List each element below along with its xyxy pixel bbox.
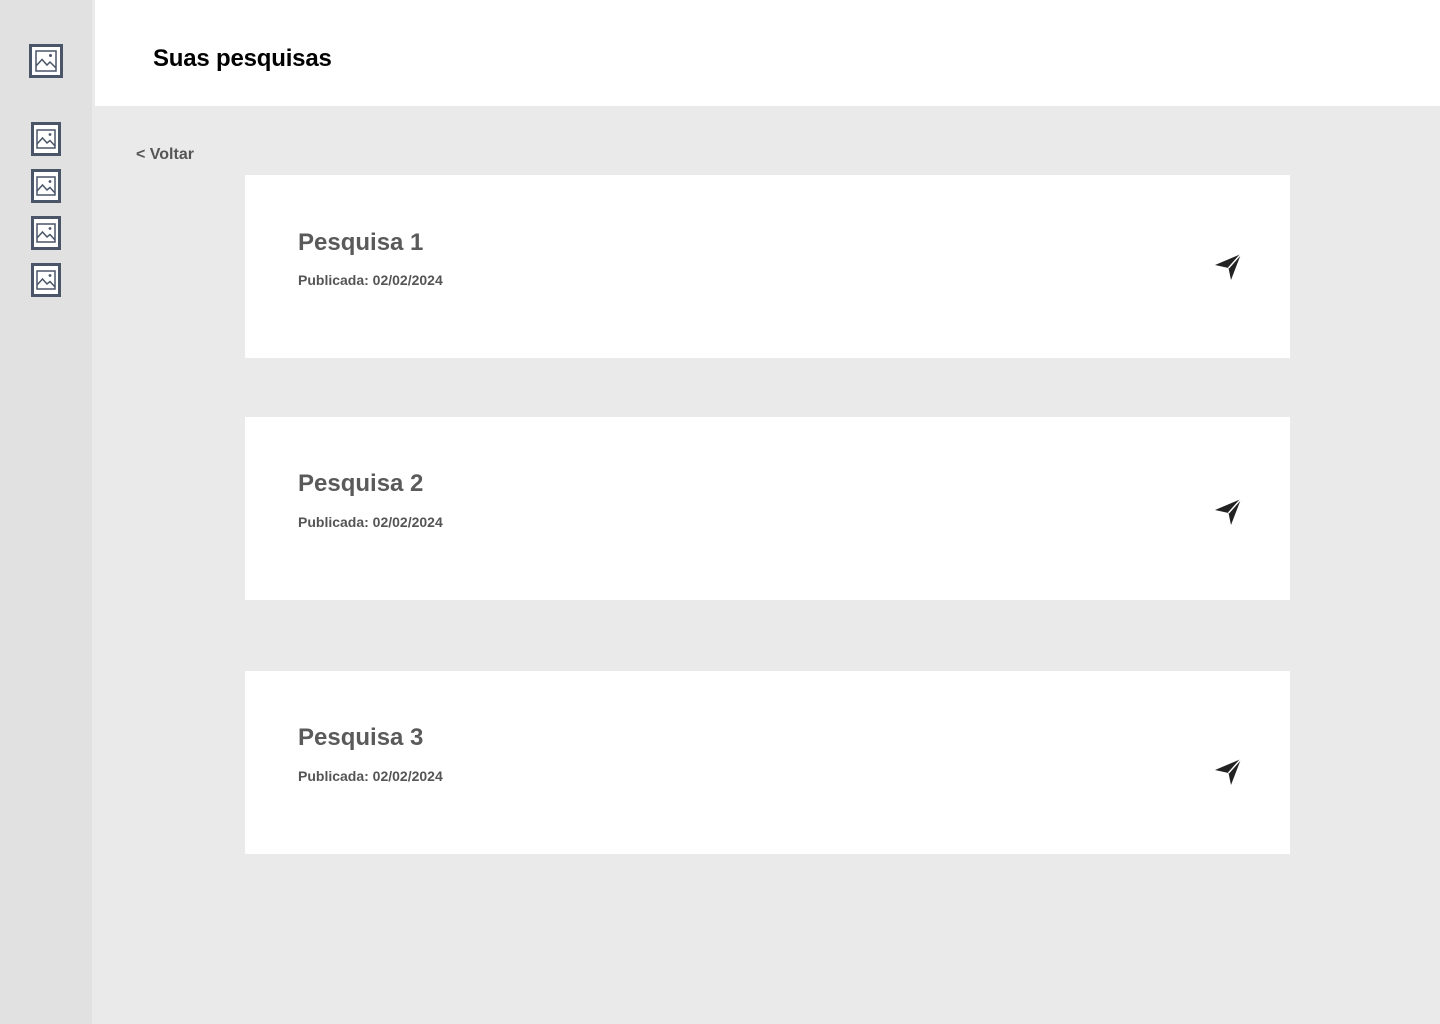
survey-title: Pesquisa 1 [298,229,424,256]
nav-image-icon-3[interactable] [31,216,61,250]
nav-image-icon-1[interactable] [31,122,61,156]
survey-card[interactable]: Pesquisa 1 Publicada: 02/02/2024 [245,175,1290,358]
send-icon[interactable] [1213,757,1243,787]
survey-title: Pesquisa 3 [298,724,424,751]
logo-image-icon[interactable] [29,44,63,78]
page-title: Suas pesquisas [153,45,332,72]
nav-image-icon-2[interactable] [31,169,61,203]
survey-card[interactable]: Pesquisa 3 Publicada: 02/02/2024 [245,671,1290,854]
survey-title: Pesquisa 2 [298,470,424,497]
survey-published-date: Publicada: 02/02/2024 [298,272,443,288]
top-header: Suas pesquisas [95,0,1440,106]
survey-published-date: Publicada: 02/02/2024 [298,768,443,784]
survey-published-date: Publicada: 02/02/2024 [298,514,443,530]
survey-card[interactable]: Pesquisa 2 Publicada: 02/02/2024 [245,417,1290,600]
back-link[interactable]: < Voltar [136,145,194,165]
sidebar [0,0,92,1024]
send-icon[interactable] [1213,252,1243,282]
nav-image-icon-4[interactable] [31,263,61,297]
send-icon[interactable] [1213,497,1243,527]
